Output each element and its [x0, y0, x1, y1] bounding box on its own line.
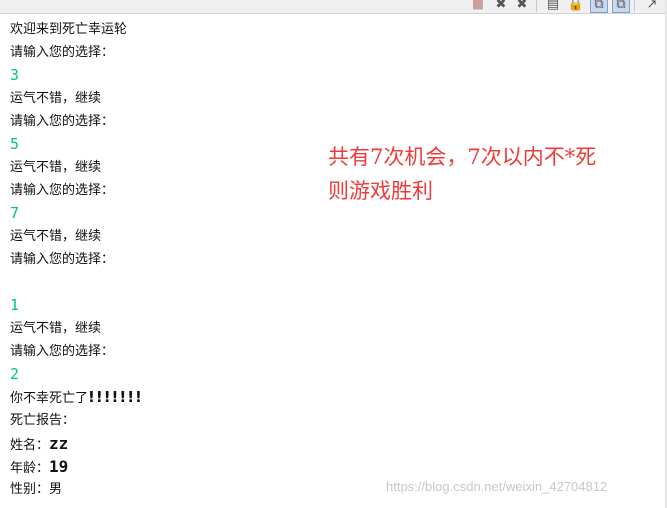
toolbar-separator [536, 0, 537, 12]
console-toolbar: ■ ✖ ✖ ▤ 🔒 ⧉ ⧉ ↗ [0, 0, 667, 14]
remove-all-icon[interactable]: ✖ [514, 0, 530, 12]
pin-console-icon[interactable]: ⧉ [590, 0, 608, 13]
console-input-line: 1 [10, 296, 20, 314]
console-output[interactable]: 欢迎来到死亡幸运轮 请输入您的选择： 3 运气不错，继续 请输入您的选择： 5 运气不错，继… [10, 18, 650, 501]
console-output-line: 运气不错，继续 [10, 321, 102, 336]
clear-console-icon[interactable]: ▤ [545, 0, 561, 12]
open-console-icon[interactable]: ↗ [644, 0, 660, 12]
console-output-line: 运气不错，继续 [10, 91, 102, 106]
death-message: 你不幸死亡了 [10, 391, 89, 406]
console-output-line: 请输入您的选择： [10, 344, 115, 359]
toolbar-separator [634, 0, 635, 12]
console-input-line: 3 [10, 66, 20, 84]
exclamation-marks: !!!!!!! [88, 388, 143, 406]
console-output-line: 请输入您的选择： [10, 114, 115, 129]
report-field-label: 年龄： [10, 461, 50, 476]
report-field-label: 姓名： [10, 438, 50, 453]
console-output-line: 姓名：zz [10, 432, 650, 455]
report-field-value: 19 [49, 457, 69, 476]
scroll-lock-icon[interactable]: 🔒 [568, 0, 584, 12]
remove-launch-icon[interactable]: ✖ [493, 0, 509, 12]
console-output-line: 年龄：19 [10, 455, 650, 478]
report-field-value: zz [49, 434, 69, 453]
watermark: https://blog.csdn.net/weixin_42704812 [386, 479, 608, 494]
console-input-line: 2 [10, 365, 20, 383]
console-output-line: 你不幸死亡了!!!!!!! [10, 386, 650, 409]
red-annotation: 共有7次机会，7次以内不*死 则游戏胜利 [328, 145, 597, 203]
console-output-line: 请输入您的选择： [10, 45, 115, 60]
console-output-line: 欢迎来到死亡幸运轮 [10, 22, 128, 37]
console-output-line: 运气不错，继续 [10, 229, 102, 244]
console-output-line: 请输入您的选择： [10, 252, 115, 267]
console-output-line: 死亡报告： [10, 413, 76, 428]
display-selected-console-icon[interactable]: ⧉ [612, 0, 630, 13]
terminate-icon[interactable]: ■ [470, 0, 486, 12]
